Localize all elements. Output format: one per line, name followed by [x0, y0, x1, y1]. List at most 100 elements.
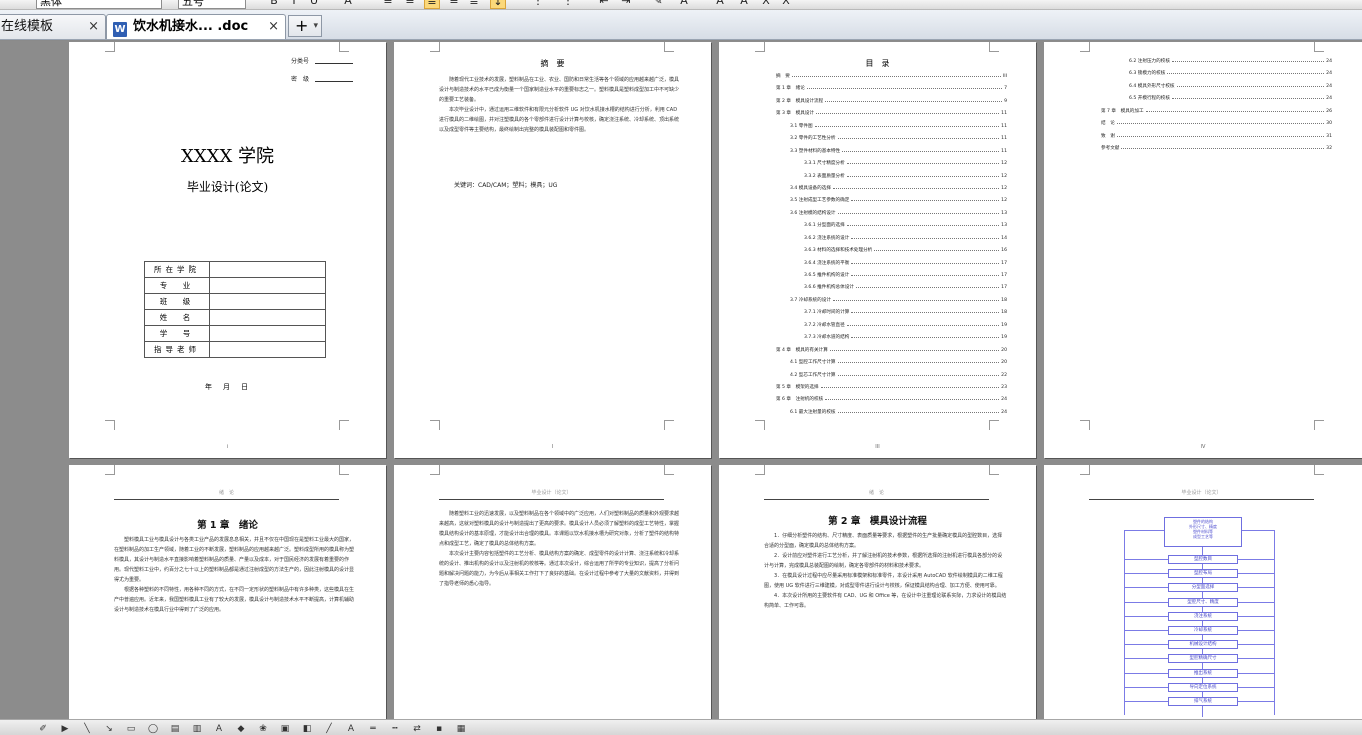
page-chapter-2[interactable]: 绪 论 第 2 章 模具设计流程 1．仔细分析塑件的结构、尺寸精度、表面质量等要…: [719, 465, 1036, 719]
picture-icon[interactable]: ▣: [278, 723, 292, 735]
font-name-select[interactable]: 黑体: [36, 0, 162, 9]
draw-menu-icon[interactable]: ✐: [36, 723, 50, 735]
toc-entry[interactable]: 3.5 注射成型工艺参数的确定 12: [776, 194, 1007, 206]
dash-style-icon[interactable]: ┅: [388, 723, 402, 735]
toc-entry[interactable]: 3.2 零件的工艺性分析 11: [776, 132, 1007, 144]
document-workspace[interactable]: 分类号 密 级 XXXX 学院 毕业设计(论文) 所在学院 专 业 班 级 姓 …: [0, 41, 1362, 719]
toc-entry[interactable]: 6.5 开模行程的校核 24: [1101, 92, 1332, 104]
toc-entry[interactable]: 6.4 模具外形尺寸校核 24: [1101, 80, 1332, 92]
table-value[interactable]: [209, 261, 326, 278]
font-color2-button[interactable]: A: [676, 0, 692, 9]
toc-entry[interactable]: 3.6.6 推件机构总体设计 17: [776, 281, 1007, 293]
bold-button[interactable]: B: [266, 0, 282, 9]
toc-entry[interactable]: 4.1 型腔工作尺寸计算 20: [776, 356, 1007, 368]
arrow-icon[interactable]: ↘: [102, 723, 116, 735]
toc-entry[interactable]: 第 4 章 模具的有关计算 20: [776, 344, 1007, 356]
table-value[interactable]: [209, 325, 326, 342]
toc-entry[interactable]: 结 论 30: [1101, 117, 1332, 129]
line-icon[interactable]: ╲: [80, 723, 94, 735]
superscript-button[interactable]: X: [758, 0, 774, 9]
font-color-button[interactable]: A: [340, 0, 356, 9]
italic-button[interactable]: I: [286, 0, 302, 9]
toc-entry[interactable]: 第 7 章 模具的加工 26: [1101, 105, 1332, 117]
3d-icon[interactable]: ▦: [454, 723, 468, 735]
toc-entry[interactable]: 3.7 冷却系统的设计 18: [776, 294, 1007, 306]
toc-entry[interactable]: 3.6.1 分型面的选择 13: [776, 219, 1007, 231]
increase-indent-button[interactable]: ⇥: [618, 0, 634, 9]
page-chapter-1-continued[interactable]: 毕业设计（论文） 随着塑料工业的迅速发展，以及塑料制品在各个领域中的广泛应用，人…: [394, 465, 711, 719]
toc-entry[interactable]: 第 5 章 模架的选择 23: [776, 381, 1007, 393]
textbox-icon[interactable]: ▤: [168, 723, 182, 735]
toc-entry[interactable]: 3.7.3 冷却水道的结构 19: [776, 331, 1007, 343]
decrease-indent-button[interactable]: ⇤: [596, 0, 612, 9]
toc-entry[interactable]: 4.2 型芯工作尺寸计算 22: [776, 369, 1007, 381]
line-spacing-button[interactable]: ↕: [490, 0, 506, 9]
chevron-down-icon[interactable]: ▾: [313, 16, 318, 36]
toc-entry[interactable]: 3.6.2 浇注系统的设计 14: [776, 232, 1007, 244]
page-toc[interactable]: 目 录 摘 要 III 第 1 章 绪论 7 第 2 章 模具设计流程 9 第 3 章 模具…: [719, 42, 1036, 458]
page-chapter-1[interactable]: 绪 论 第 1 章 绪论 塑料模具工业与模具设计与各类工业产品的发展息息相关，并…: [69, 465, 386, 719]
ellipse-icon[interactable]: ◯: [146, 723, 160, 735]
table-value[interactable]: [209, 293, 326, 310]
tab-document[interactable]: W 饮水机接水... .doc ×: [106, 14, 286, 39]
new-tab-button[interactable]: + ▾: [288, 15, 322, 37]
table-value[interactable]: [209, 277, 326, 294]
diagram-icon[interactable]: ◆: [234, 723, 248, 735]
page-cover[interactable]: 分类号 密 级 XXXX 学院 毕业设计(论文) 所在学院 专 业 班 级 姓 …: [69, 42, 386, 458]
page-abstract[interactable]: 摘 要 随着现代工业技术的发展，塑料制品在工业、农业、国防和日常生活等各个领域的…: [394, 42, 711, 458]
distribute-button[interactable]: ≣: [466, 0, 482, 9]
toc-entry[interactable]: 3.4 模具设备的选择 12: [776, 182, 1007, 194]
toc-entry[interactable]: 3.7.2 冷却水管直径 19: [776, 319, 1007, 331]
underline-button[interactable]: U: [306, 0, 322, 9]
grow-font-button[interactable]: A: [712, 0, 728, 9]
toc-entry[interactable]: 6.1 最大注射量的校核 24: [776, 406, 1007, 418]
table-value[interactable]: [209, 309, 326, 326]
toc-entry[interactable]: 3.6.4 浇注系统的平衡 17: [776, 257, 1007, 269]
bullets-button[interactable]: ⋮: [560, 0, 576, 9]
toc-entry[interactable]: 第 6 章 注射机的校核 24: [776, 393, 1007, 405]
toc-entry[interactable]: 3.6 注射模的结构设计 13: [776, 207, 1007, 219]
subscript-button[interactable]: X: [778, 0, 794, 9]
toc-entry[interactable]: 3.3 塑件材料的基本特性 11: [776, 145, 1007, 157]
toc-entry[interactable]: 第 2 章 模具设计流程 9: [776, 95, 1007, 107]
toc-entry[interactable]: 3.6.3 材料的选择和技术处理分析 16: [776, 244, 1007, 256]
rectangle-icon[interactable]: ▭: [124, 723, 138, 735]
table-value[interactable]: [209, 341, 326, 358]
toc-entry[interactable]: 3.6.5 推件机构的设计 17: [776, 269, 1007, 281]
line-style-icon[interactable]: ═: [366, 723, 380, 735]
shrink-font-button[interactable]: A: [736, 0, 752, 9]
toc-entry[interactable]: 摘 要 III: [776, 70, 1007, 82]
align-left-button[interactable]: ≡: [380, 0, 396, 9]
wordart-icon[interactable]: A: [212, 723, 226, 735]
arrow-style-icon[interactable]: ⇄: [410, 723, 424, 735]
fill-color-icon[interactable]: ◧: [300, 723, 314, 735]
toc-entry[interactable]: 第 3 章 模具设计 11: [776, 107, 1007, 119]
toc-entry[interactable]: 致 谢 31: [1101, 130, 1332, 142]
highlight-button[interactable]: ✎: [650, 0, 666, 9]
tab-online-templates[interactable]: 在线模板 ×: [0, 14, 106, 39]
vertical-textbox-icon[interactable]: ▥: [190, 723, 204, 735]
close-icon[interactable]: ×: [88, 15, 99, 38]
toc-entry[interactable]: 3.7.1 冷却时间的计算 18: [776, 306, 1007, 318]
toc-entry[interactable]: 3.1 零件图 11: [776, 120, 1007, 132]
select-arrow-icon[interactable]: ▶: [58, 723, 72, 735]
toc-entry[interactable]: 3.3.2 表面质量分析 12: [776, 170, 1007, 182]
toc-entry[interactable]: 3.3.1 尺寸精度分析 12: [776, 157, 1007, 169]
font-size-select[interactable]: 五号: [178, 0, 246, 9]
toc-entry[interactable]: 6.3 锁模力的校核 24: [1101, 67, 1332, 79]
shadow-icon[interactable]: ▪: [432, 723, 446, 735]
clipart-icon[interactable]: ❀: [256, 723, 270, 735]
page-flowchart[interactable]: 毕业设计（论文） 塑件的结构 外形尺寸、精度 塑件材料等 成型工艺等 型腔数目型…: [1044, 465, 1362, 719]
numbering-button[interactable]: ⋮: [530, 0, 546, 9]
align-center-button[interactable]: ≡: [402, 0, 418, 9]
close-icon[interactable]: ×: [268, 15, 279, 38]
font-color-icon[interactable]: A: [344, 723, 358, 735]
classification-field: 分类号: [291, 56, 354, 65]
align-justify-button[interactable]: ≡: [424, 0, 440, 9]
align-right-button[interactable]: ≡: [446, 0, 462, 9]
toc-entry[interactable]: 第 1 章 绪论 7: [776, 82, 1007, 94]
line-color-icon[interactable]: ╱: [322, 723, 336, 735]
page-toc-continued[interactable]: 6.2 注射压力的校核 24 6.3 锁模力的校核 24 6.4 模具外形尺寸校核 24 6…: [1044, 42, 1362, 458]
toc-entry[interactable]: 参考文献 32: [1101, 142, 1332, 154]
toc-entry[interactable]: 6.2 注射压力的校核 24: [1101, 55, 1332, 67]
